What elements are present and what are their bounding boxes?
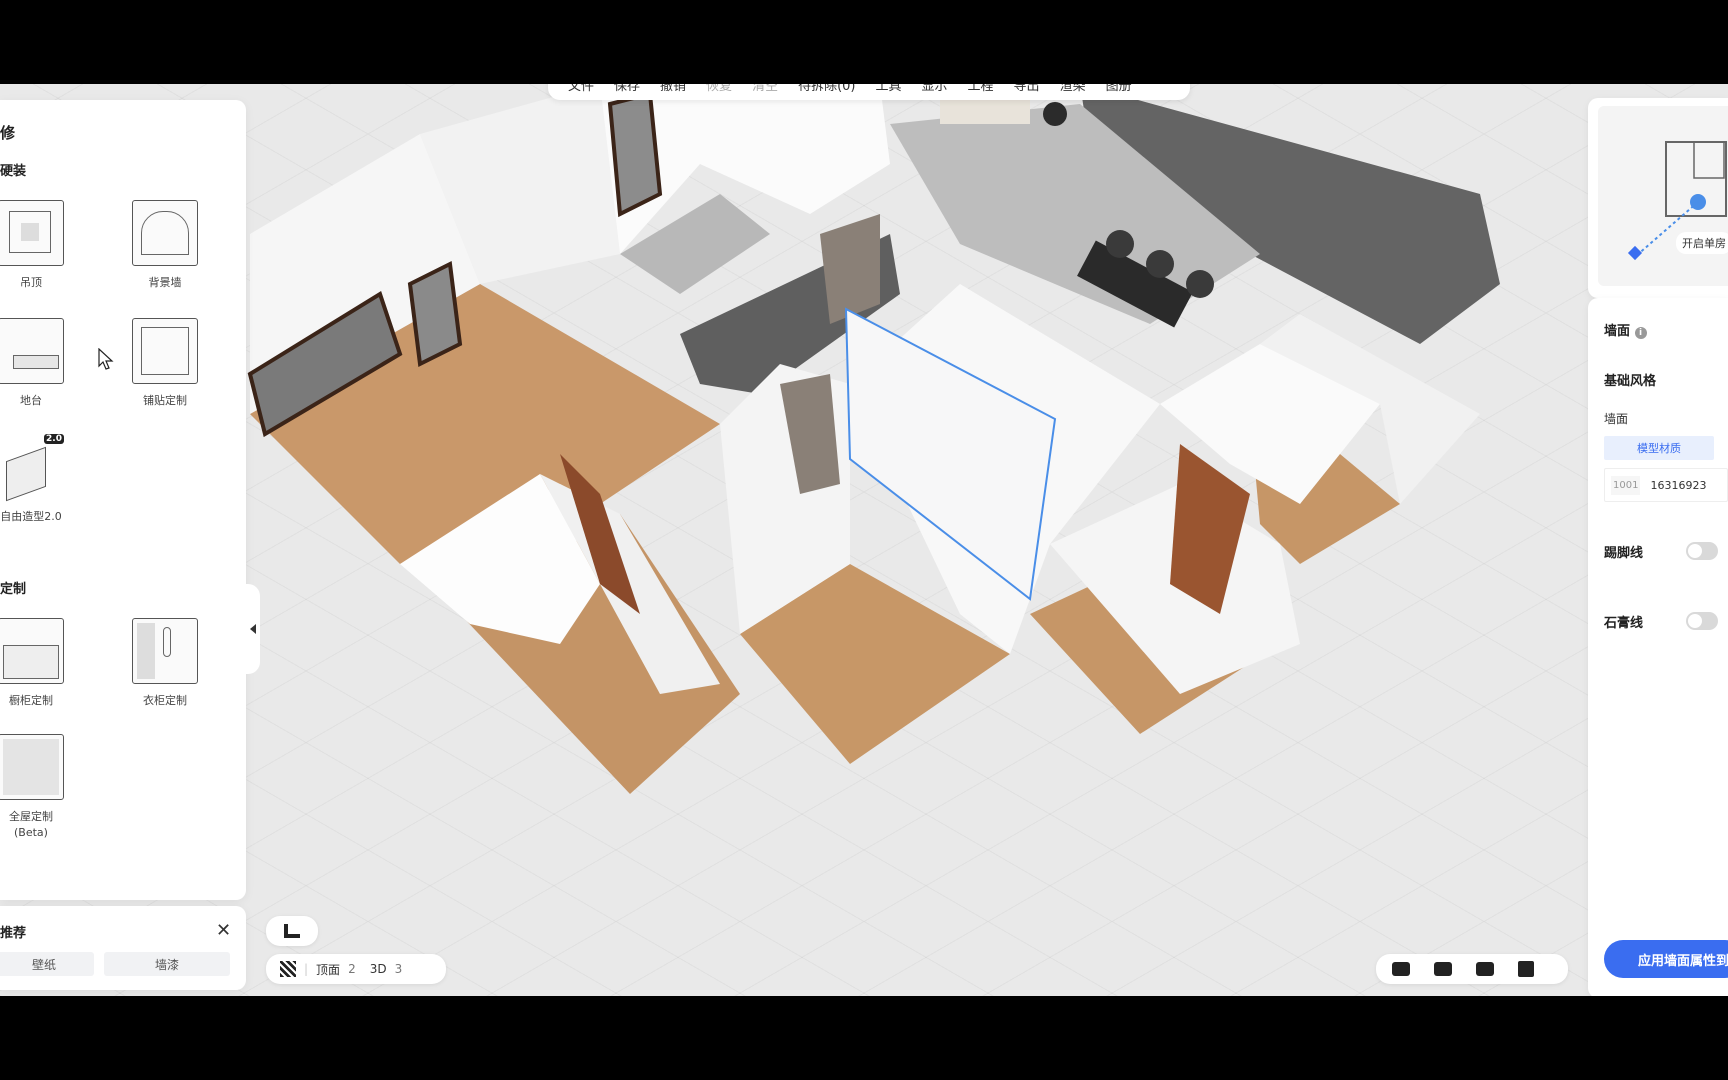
chair-2	[1146, 250, 1174, 278]
tile-label: 衣柜定制	[143, 694, 187, 707]
baseboard-toggle[interactable]	[1686, 542, 1718, 560]
view-top-label[interactable]: 顶面	[316, 961, 340, 978]
collapse-panel-button[interactable]	[246, 584, 260, 674]
tile-whole-house-custom[interactable]: 全屋定制 (Beta)	[0, 734, 86, 839]
minimap-plan: 开启单房	[1598, 106, 1728, 286]
window-left-2	[407, 260, 463, 368]
menu-demolish[interactable]: 待拆除(0)	[798, 84, 855, 94]
menu-export[interactable]: 导出	[1014, 84, 1040, 94]
floorplan-thumbnail	[1627, 141, 1727, 261]
tile-label: 吊顶	[20, 276, 42, 289]
tab-model-material[interactable]: 模型材质	[1604, 436, 1714, 460]
mouse-cursor-icon	[98, 348, 114, 370]
menu-file[interactable]: 文件	[568, 84, 594, 94]
platform-icon	[0, 318, 64, 384]
left-catalog-panel: 修 硬装 吊顶 背景墙 地台 铺贴定制 2.0 自由造型2.0 定制 橱柜定制 …	[0, 100, 246, 900]
tile-cabinet-custom[interactable]: 橱柜定制	[0, 618, 86, 708]
recommend-title: 推荐	[0, 926, 27, 941]
info-icon[interactable]: i	[1634, 327, 1647, 339]
tile-label: 自由造型2.0	[0, 510, 62, 523]
material-thumb: 1001	[1611, 475, 1641, 495]
menu-redo[interactable]: 恢复	[706, 84, 732, 94]
tile-platform[interactable]: 地台	[0, 318, 86, 408]
cabinet-icon	[0, 618, 64, 684]
chevron-left-icon	[250, 624, 256, 634]
tile-tiling-custom[interactable]: 铺贴定制	[110, 318, 220, 408]
camera-toolbar	[1376, 954, 1568, 984]
tile-label: 背景墙	[148, 276, 182, 289]
add-floor-button[interactable]	[266, 916, 318, 946]
door-gray-2	[820, 214, 880, 324]
plaster-label: 石膏线	[1604, 616, 1644, 631]
plaster-toggle[interactable]	[1686, 612, 1718, 630]
minimap[interactable]: 开启单房	[1588, 98, 1728, 298]
top-menu-bar: 文件 保存 撤销 恢复 清空 待拆除(0) 工具 显示 工程 导出 渲染 图册	[548, 84, 1190, 100]
tile-wardrobe-custom[interactable]: 衣柜定制	[110, 618, 220, 708]
property-panel: 墙面 i 基础风格 墙面 模型材质 1001 16316923 踢脚线 石膏线	[1588, 298, 1728, 996]
style-title: 基础风格	[1604, 374, 1657, 389]
view-switcher: | 顶面 2 3D 3	[266, 954, 446, 984]
chair-1	[1106, 230, 1134, 258]
view-3d-label[interactable]: 3D	[370, 962, 387, 976]
baseboard-label: 踢脚线	[1604, 546, 1644, 561]
camera-settings-icon[interactable]	[1434, 962, 1452, 976]
close-icon[interactable]: ✕	[216, 920, 231, 941]
view-top-num: 2	[348, 962, 356, 976]
whole-house-icon	[0, 734, 64, 800]
tile-feature-wall[interactable]: 背景墙	[110, 200, 220, 290]
menu-clear[interactable]: 清空	[752, 84, 778, 94]
menu-save[interactable]: 保存	[614, 84, 640, 94]
chip-paint[interactable]: 墙漆	[104, 952, 230, 976]
chip-wallpaper[interactable]: 壁纸	[0, 952, 94, 976]
single-room-toggle[interactable]: 开启单房	[1676, 232, 1728, 254]
tile-ceiling[interactable]: 吊顶	[0, 200, 86, 290]
camera-list-icon[interactable]	[1476, 962, 1494, 976]
panel-title: 修	[0, 124, 16, 142]
tile-label: 全屋定制	[9, 810, 53, 823]
apply-wall-properties-button[interactable]: 应用墙面属性到	[1604, 940, 1728, 978]
camera-add-icon[interactable]	[1392, 962, 1410, 976]
tile-label: 地台	[20, 394, 42, 407]
wardrobe-icon	[132, 618, 198, 684]
stool	[1043, 102, 1067, 126]
wall-label: 墙面	[1604, 412, 1629, 426]
free-modeling-icon: 2.0	[0, 434, 64, 502]
title-text: 墙面	[1604, 324, 1631, 339]
3d-scene[interactable]	[0, 84, 1728, 996]
chair-3	[1186, 270, 1214, 298]
divider: |	[304, 962, 309, 976]
feature-wall-icon	[132, 200, 198, 266]
stairs-icon	[284, 924, 300, 938]
tile-label: 橱柜定制	[9, 694, 53, 707]
panel-title: 墙面 i	[1604, 320, 1647, 339]
material-row[interactable]: 1001 16316923	[1604, 468, 1728, 502]
section-custom-title: 定制	[0, 582, 27, 597]
menu-album[interactable]: 图册	[1106, 84, 1132, 94]
menu-display[interactable]: 显示	[922, 84, 948, 94]
view-3d-num: 3	[394, 962, 403, 976]
tile-free-modeling[interactable]: 2.0 自由造型2.0	[0, 434, 86, 524]
fullscreen-icon[interactable]	[1518, 961, 1534, 977]
menu-project[interactable]: 工程	[968, 84, 994, 94]
version-badge: 2.0	[44, 434, 64, 444]
ceiling-icon	[0, 200, 64, 266]
menu-undo[interactable]: 撤销	[660, 84, 686, 94]
menu-tools[interactable]: 工具	[876, 84, 902, 94]
layer-icon[interactable]	[280, 961, 296, 977]
recommend-box: 推荐 ✕ 壁纸 墙漆	[0, 906, 246, 990]
window-top	[607, 91, 663, 218]
menu-render[interactable]: 渲染	[1060, 84, 1086, 94]
section-hard-title: 硬装	[0, 164, 27, 179]
design-canvas-screen: 文件 保存 撤销 恢复 清空 待拆除(0) 工具 显示 工程 导出 渲染 图册 …	[0, 84, 1728, 996]
tile-label: 铺贴定制	[143, 394, 187, 407]
material-code: 16316923	[1650, 478, 1707, 492]
tiling-icon	[132, 318, 198, 384]
tile-sublabel: (Beta)	[14, 826, 48, 839]
